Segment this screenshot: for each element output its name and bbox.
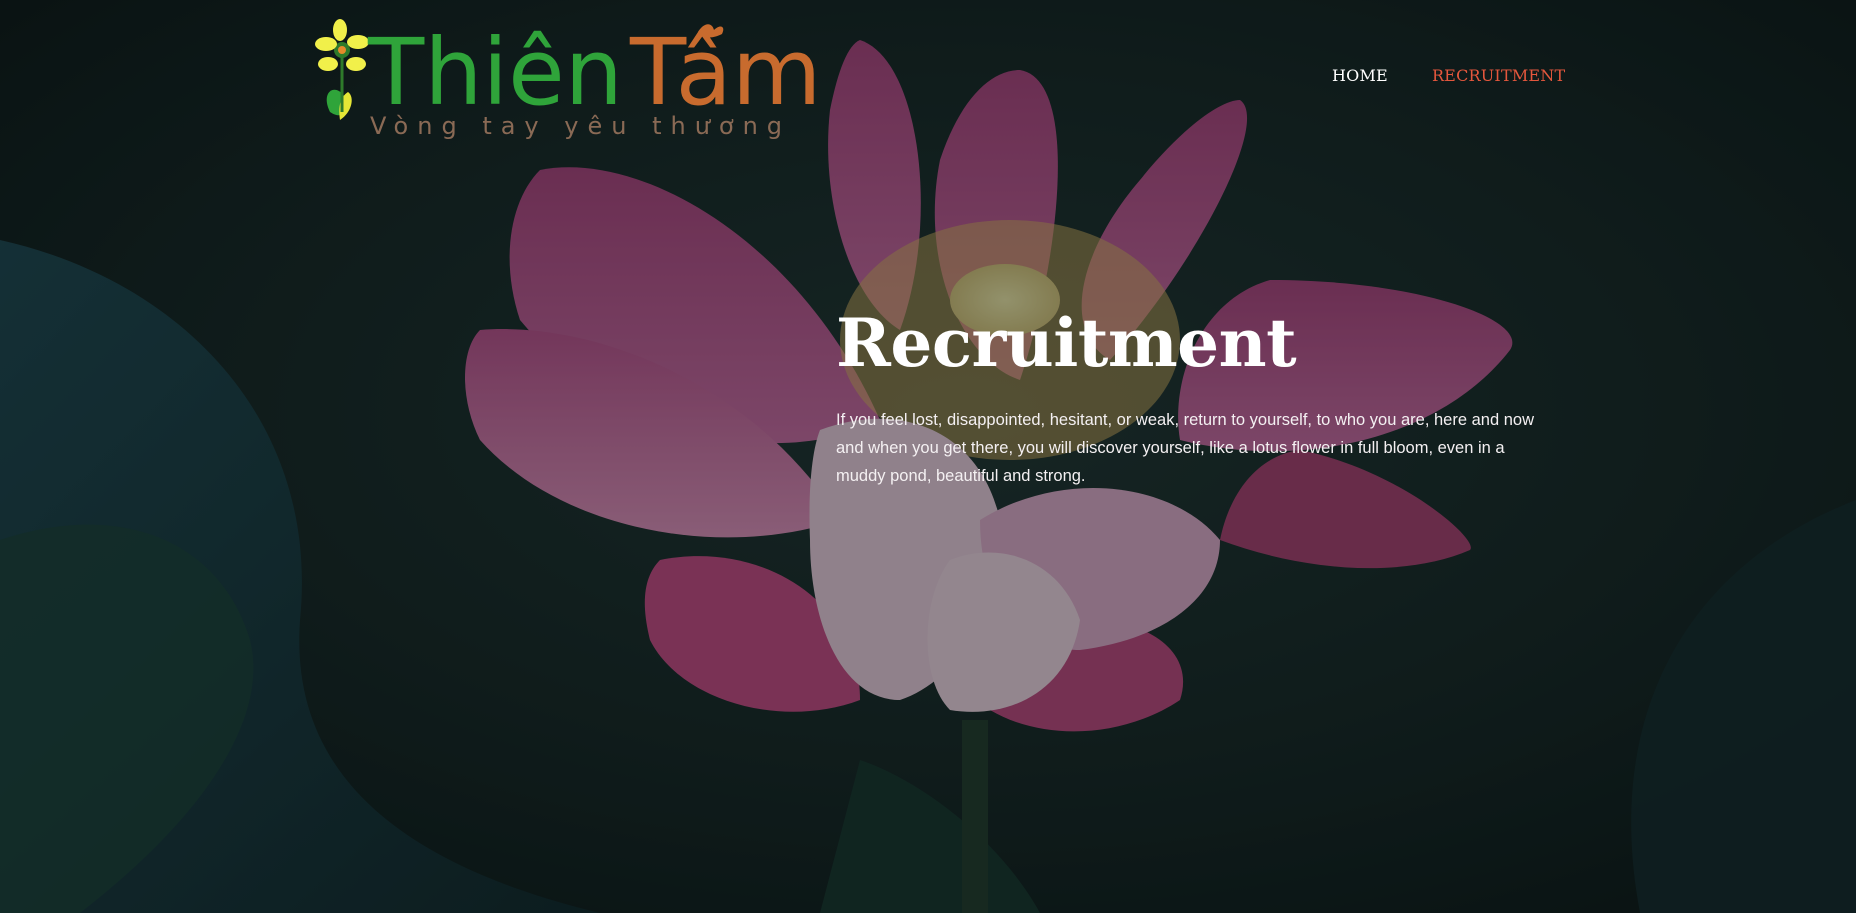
brand-name-tam: Tâm	[629, 19, 821, 126]
main-nav: HOME RECRUITMENT	[1332, 66, 1565, 85]
page-title: Recruitment	[836, 304, 1297, 382]
brand-name-thien: Thiên	[367, 19, 623, 126]
hero-description: If you feel lost, disappointed, hesitant…	[836, 411, 1534, 485]
nav-link-recruitment[interactable]: RECRUITMENT	[1432, 66, 1565, 85]
page: Thiên Tâm Vòng tay yêu thương HOME RECRU…	[0, 0, 1856, 913]
flower-logo-icon	[315, 19, 369, 120]
nav-link-home[interactable]: HOME	[1332, 66, 1388, 85]
hero-content: Recruitment If you feel lost, disappoint…	[836, 300, 1536, 490]
thien-tam-logo[interactable]: Thiên Tâm Vòng tay yêu thương	[300, 12, 824, 142]
brand-tagline: Vòng tay yêu thương	[370, 112, 791, 140]
